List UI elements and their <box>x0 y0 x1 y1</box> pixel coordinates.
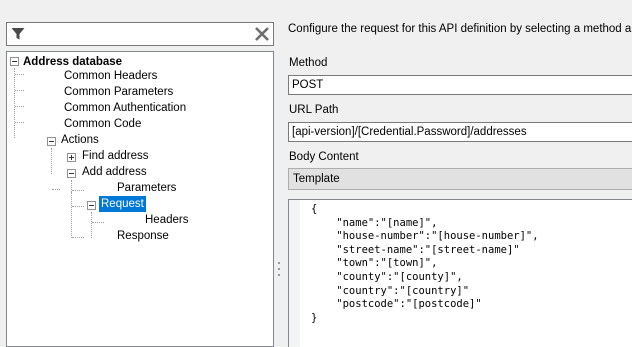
tree-node-headers[interactable]: Headers <box>145 212 188 228</box>
collapse-root-icon[interactable] <box>10 57 19 66</box>
splitter-grip-dot <box>278 274 280 276</box>
editor-gutter <box>289 200 300 347</box>
request-description: Configure the request for this API defin… <box>288 23 632 35</box>
api-definition-tree[interactable]: Address database Common Headers Common P… <box>6 51 274 347</box>
url-path-label: URL Path <box>289 104 339 116</box>
expand-find-address-icon[interactable] <box>67 153 76 162</box>
tree-node-find-address[interactable]: Find address <box>82 148 148 164</box>
body-template-text: { "name":"[name]", "house-number":"[hous… <box>311 203 539 324</box>
tree-node-response[interactable]: Response <box>117 228 169 244</box>
collapse-request-icon[interactable] <box>87 201 96 210</box>
tree-filter-input[interactable] <box>6 22 274 46</box>
tree-node-common-parameters[interactable]: Common Parameters <box>64 84 173 100</box>
tree-node-add-address[interactable]: Add address <box>82 164 147 180</box>
tree-node-common-authentication[interactable]: Common Authentication <box>64 100 186 116</box>
splitter-grip-dot <box>278 262 280 264</box>
left-panel: Address database Common Headers Common P… <box>0 0 276 347</box>
collapse-add-address-icon[interactable] <box>67 169 76 178</box>
tree-node-request[interactable]: Request <box>99 196 146 212</box>
body-content-label: Body Content <box>289 151 359 163</box>
method-field[interactable]: POST <box>288 75 632 95</box>
tree-node-parameters[interactable]: Parameters <box>117 180 176 196</box>
body-content-type-select[interactable]: Template <box>288 168 632 190</box>
filter-icon <box>11 28 25 40</box>
clear-filter-icon[interactable] <box>254 26 270 42</box>
method-label: Method <box>289 57 328 69</box>
body-template-editor[interactable]: { "name":"[name]", "house-number":"[hous… <box>288 199 632 347</box>
tree-node-actions[interactable]: Actions <box>61 132 99 148</box>
collapse-actions-icon[interactable] <box>47 137 56 146</box>
tree-node-common-code[interactable]: Common Code <box>64 116 141 132</box>
tree-node-common-headers[interactable]: Common Headers <box>64 68 157 84</box>
request-details-panel: Configure the request for this API defin… <box>284 0 632 347</box>
panel-splitter[interactable] <box>276 0 284 347</box>
splitter-grip-dot <box>278 268 280 270</box>
url-path-field[interactable]: [api-version]/[Credential.Password]/addr… <box>288 122 632 142</box>
